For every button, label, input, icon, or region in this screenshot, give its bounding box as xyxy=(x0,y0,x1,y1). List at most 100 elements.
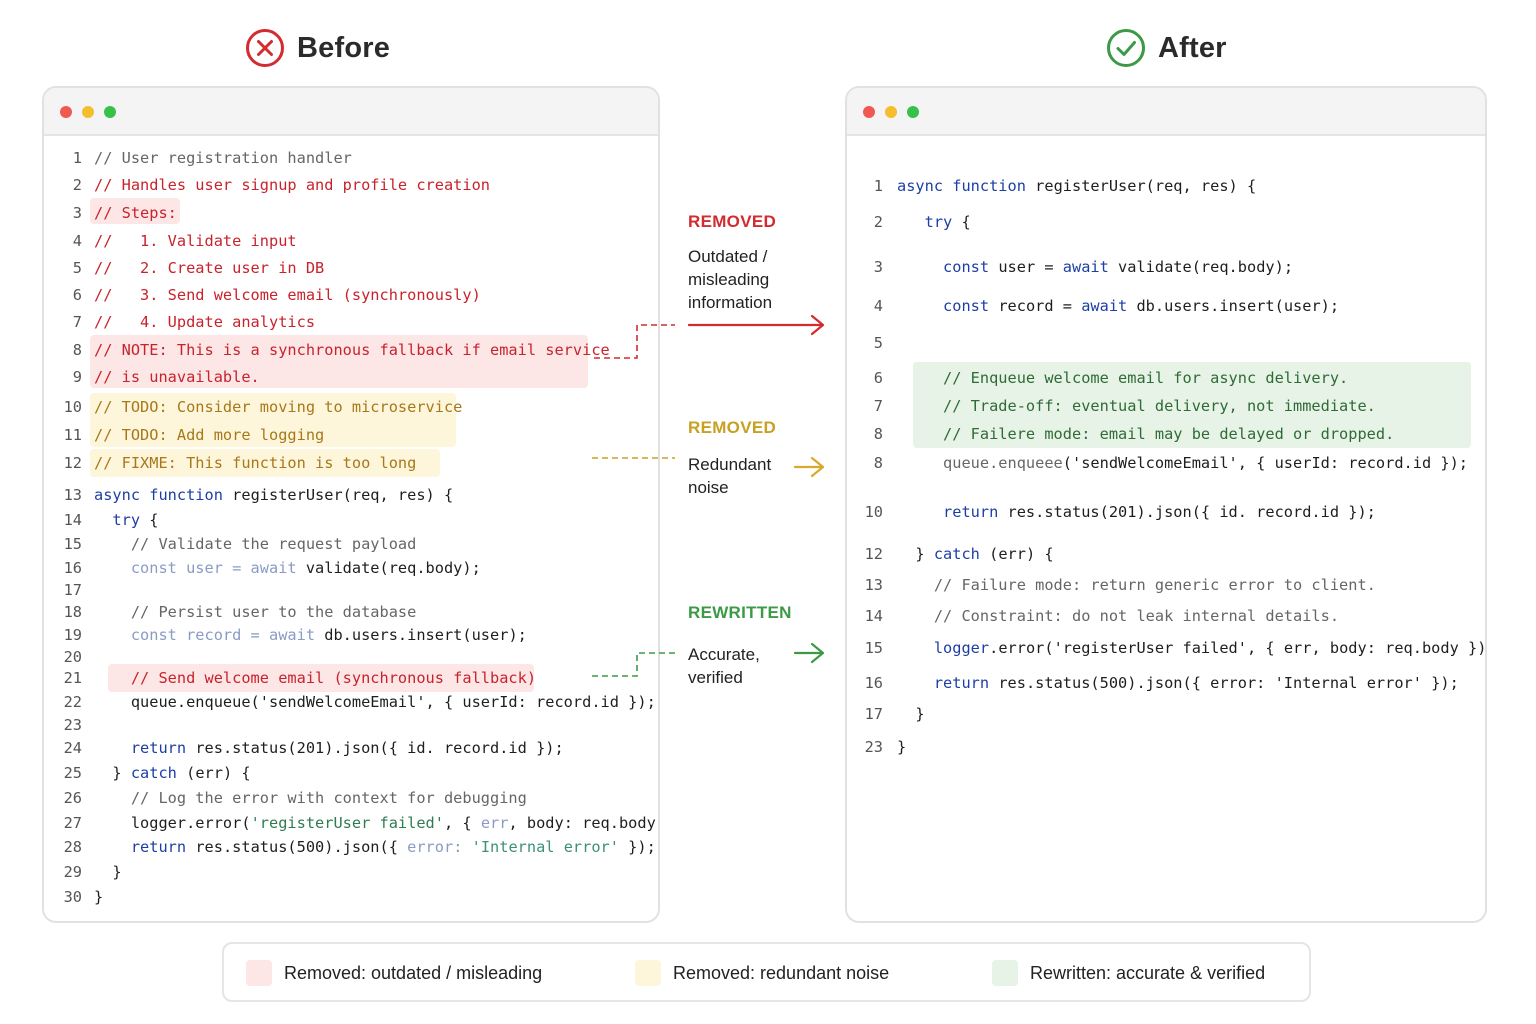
legend-label: Removed: outdated / misleading xyxy=(284,962,543,983)
code-line: 5 xyxy=(847,331,1485,355)
code-token: // is unavailable. xyxy=(94,368,260,386)
code-token: res.status(500).json({ error: 'Internal … xyxy=(998,674,1459,692)
code-line: 18 // Persist user to the database xyxy=(44,600,658,624)
code-line: 15 // Validate the request payload xyxy=(44,532,658,556)
code-token: // Send welcome email (synchronous fallb… xyxy=(94,669,537,687)
code-text: logger.error('registerUser failed', { er… xyxy=(94,814,658,832)
code-text: // FIXME: This function is too long xyxy=(94,454,416,472)
line-number: 6 xyxy=(873,369,883,387)
window-titlebar xyxy=(44,88,658,136)
code-line: 26 // Log the error with context for deb… xyxy=(44,786,658,810)
code-token: const xyxy=(897,297,999,315)
code-token: } xyxy=(94,863,122,881)
code-token: // FIXME: This function is too long xyxy=(94,454,417,472)
x-circle-icon xyxy=(246,29,284,67)
line-number: 23 xyxy=(864,738,883,756)
code-token: res.status(201).json({ id. record.id }); xyxy=(195,739,564,757)
code-token: } xyxy=(94,764,131,782)
code-token: // Trade-off: eventual delivery, not imm… xyxy=(897,397,1376,415)
line-number: 23 xyxy=(63,716,82,734)
line-number: 4 xyxy=(72,232,82,250)
legend: Removed: outdated / misleading Removed: … xyxy=(222,942,1311,1002)
after-heading: After xyxy=(1106,28,1227,68)
code-text: // 1. Validate input xyxy=(94,232,297,250)
code-line: 8 // NOTE: This is a synchronous fallback… xyxy=(44,338,658,362)
code-text: try { xyxy=(897,213,971,231)
code-token: return xyxy=(897,503,1008,521)
code-line: 6 // Enqueue welcome email for async del… xyxy=(847,366,1485,390)
code-text: const user = await validate(req.body); xyxy=(897,258,1293,276)
line-number: 8 xyxy=(72,341,82,359)
code-text: } xyxy=(897,705,924,723)
annotation-label: REMOVED xyxy=(688,418,777,437)
line-number: 16 xyxy=(864,674,883,692)
code-token: // Validate the request payload xyxy=(94,535,417,553)
legend-item-rewritten: Rewritten: accurate & verified xyxy=(992,960,1265,986)
code-text: return res.status(500).json({ error: 'In… xyxy=(94,838,656,856)
annotation-label: REWRITTEN xyxy=(688,603,792,622)
code-token: catch xyxy=(933,545,990,563)
code-line: 2 try { xyxy=(847,210,1485,234)
line-number: 12 xyxy=(864,545,883,563)
code-token: { xyxy=(149,511,159,529)
close-dot[interactable] xyxy=(863,106,875,118)
code-line: 28 return res.status(500).json({ error: … xyxy=(44,835,658,859)
code-line: 1 async function registerUser(req, res) { xyxy=(847,174,1485,198)
code-token: async function xyxy=(897,177,1036,195)
code-token: // 3. Send welcome email (synchronously) xyxy=(94,286,481,304)
minimize-dot[interactable] xyxy=(82,106,94,118)
before-heading: Before xyxy=(245,28,390,68)
zoom-dot[interactable] xyxy=(907,106,919,118)
line-number: 15 xyxy=(864,639,883,657)
code-text: queue.enqueee('sendWelcomeEmail', { user… xyxy=(897,454,1468,472)
code-token: // TODO: Consider moving to microservice xyxy=(94,398,463,416)
legend-item-noise: Removed: redundant noise xyxy=(635,960,889,986)
zoom-dot[interactable] xyxy=(104,106,116,118)
line-number: 13 xyxy=(63,486,82,504)
code-line: 5 // 2. Create user in DB xyxy=(44,256,658,280)
line-number: 5 xyxy=(72,259,82,277)
code-line: 7 // 4. Update analytics xyxy=(44,310,658,334)
legend-swatch xyxy=(992,960,1018,986)
code-token: record = xyxy=(998,297,1082,315)
code-token: } xyxy=(897,738,907,756)
code-token: .error('registerUser failed', { err, bod… xyxy=(989,639,1487,657)
line-number: 27 xyxy=(63,814,82,832)
code-token: } xyxy=(94,888,104,906)
code-line: 21 // Send welcome email (synchronous fa… xyxy=(44,666,658,690)
legend-swatch xyxy=(635,960,661,986)
line-number: 19 xyxy=(63,626,82,644)
minimize-dot[interactable] xyxy=(885,106,897,118)
code-line: 17 xyxy=(44,578,658,602)
code-line: 12 // FIXME: This function is too long xyxy=(44,451,658,475)
code-token: logger.error( xyxy=(94,814,251,832)
code-token: // Failure mode: return generic error to… xyxy=(897,576,1376,594)
code-text: // NOTE: This is a synchronous fallback … xyxy=(94,341,610,359)
line-number: 25 xyxy=(63,764,82,782)
line-number: 11 xyxy=(63,426,82,444)
code-text: // TODO: Add more logging xyxy=(94,426,324,444)
code-token: 'registerUser failed' xyxy=(250,814,444,832)
line-number: 5 xyxy=(873,334,883,352)
code-token: // Persist user to the database xyxy=(94,603,417,621)
line-number: 28 xyxy=(63,838,82,856)
code-token: (err) { xyxy=(186,764,251,782)
code-token: await xyxy=(1081,297,1137,315)
line-number: 3 xyxy=(873,258,883,276)
annotation-label: REMOVED xyxy=(688,212,777,231)
legend-swatch xyxy=(246,960,272,986)
code-text: // is unavailable. xyxy=(94,368,260,386)
code-line: 12 } catch (err) { xyxy=(847,542,1485,566)
code-token: validate(req.body); xyxy=(305,559,481,577)
code-line: 19 const record = await db.users.insert(… xyxy=(44,623,658,647)
code-line: 10 return res.status(201).json({ id. rec… xyxy=(847,500,1485,524)
close-dot[interactable] xyxy=(60,106,72,118)
line-number: 10 xyxy=(63,398,82,416)
line-number: 6 xyxy=(72,286,82,304)
code-token: { xyxy=(961,213,971,231)
line-number: 9 xyxy=(72,368,82,386)
code-line: 10 // TODO: Consider moving to microservi… xyxy=(44,395,658,419)
line-number: 15 xyxy=(63,535,82,553)
arrow-outdated xyxy=(687,314,825,336)
code-token: registerUser(req, res) { xyxy=(232,486,454,504)
